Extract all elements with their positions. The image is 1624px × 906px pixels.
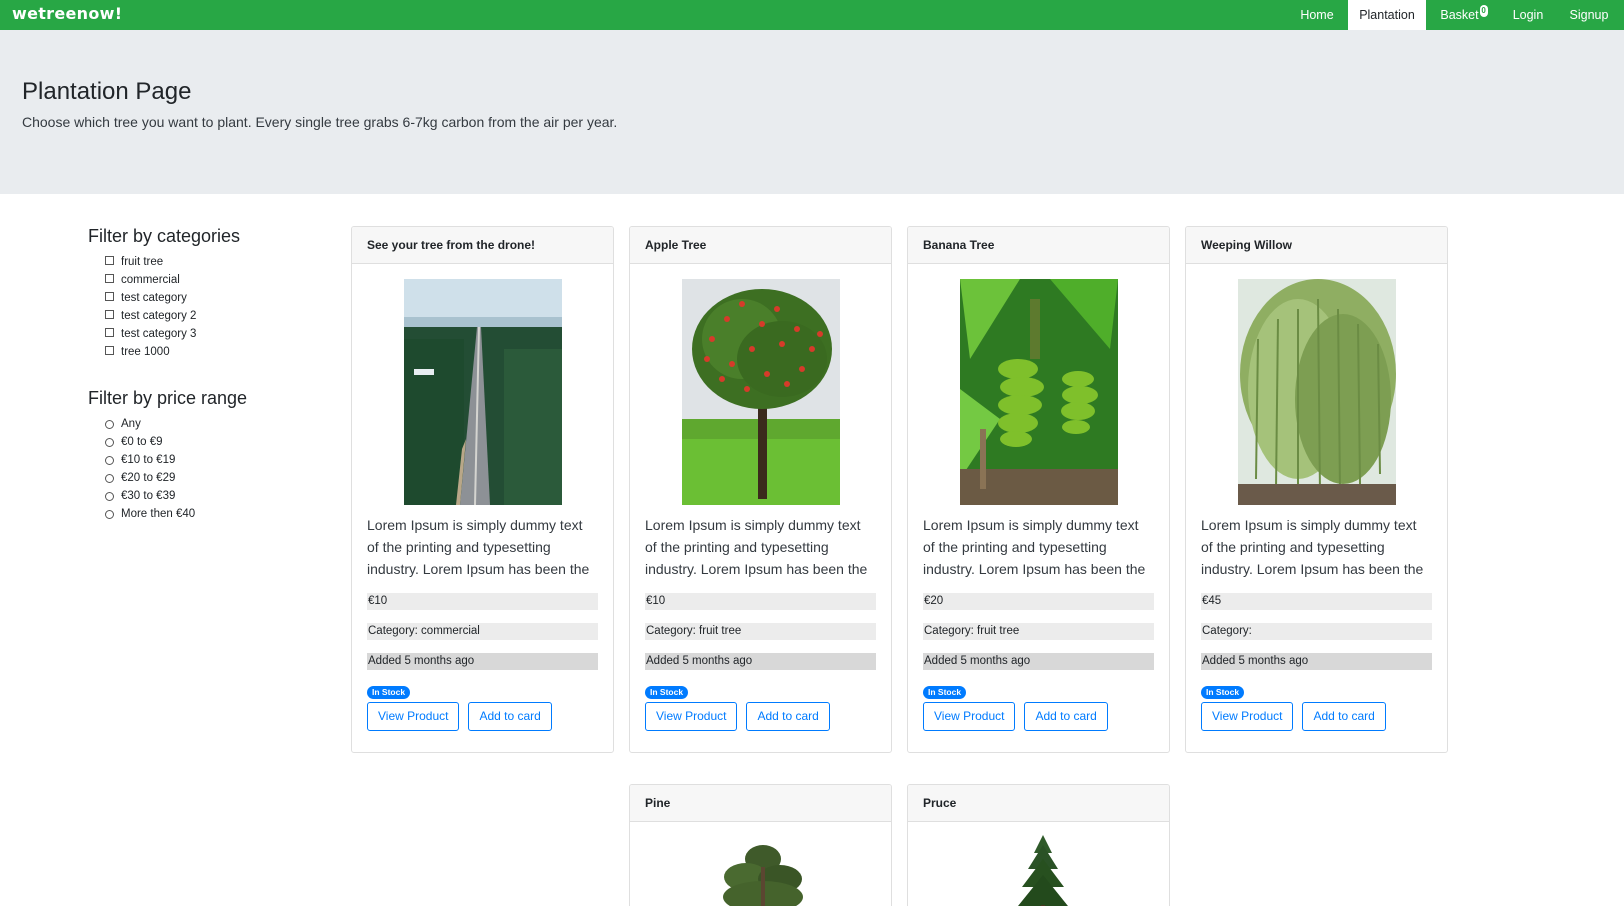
price-filter-title: Filter by price range [88,388,248,408]
add-to-card-button[interactable]: Add to card [746,702,830,731]
product-price: €10 [367,593,598,610]
pine-tree-image[interactable] [708,837,818,906]
page-lead: Choose which tree you want to plant. Eve… [22,114,618,130]
product-card: Banana Tree Lorem Ipsum is simply dummy … [907,226,1170,753]
checkbox[interactable] [105,274,114,283]
product-card: Apple Tree Lorem Ipsum is simply dummy t… [629,226,892,753]
product-card: Pruce [907,784,1170,906]
categories-filter-title: Filter by categories [88,226,241,246]
product-category: Category: fruit tree [923,623,1154,640]
product-category: Category: commercial [367,623,598,640]
checkbox[interactable] [105,328,114,337]
price-filter-list: Any €0 to €9 €10 to €19 €20 to €29 €30 t… [105,415,195,523]
nav-login[interactable]: Login [1502,0,1554,30]
product-price: €20 [923,593,1154,610]
product-card: Pine [629,784,892,906]
radio[interactable] [105,509,114,519]
stock-badge: In Stock [1201,686,1245,699]
category-option[interactable]: test category [105,289,196,307]
category-option[interactable]: tree 1000 [105,343,196,361]
category-option[interactable]: commercial [105,271,196,289]
product-card: See your tree from the drone! Lorem Ipsu… [351,226,614,753]
product-actions: View Product Add to card [367,702,613,731]
categories-filter-list: fruit tree commercial test category test… [105,253,196,361]
price-option[interactable]: €20 to €29 [105,469,195,487]
nav-plantation[interactable]: Plantation [1348,0,1426,30]
radio[interactable] [105,455,114,465]
checkbox[interactable] [105,310,114,319]
price-option[interactable]: €30 to €39 [105,487,195,505]
add-to-card-button[interactable]: Add to card [1024,702,1108,731]
banana-tree-image[interactable] [959,279,1118,505]
apple-tree-image[interactable] [681,279,840,505]
basket-count-badge: 0 [1479,5,1488,17]
price-option[interactable]: Any [105,415,195,433]
product-category: Category: fruit tree [645,623,876,640]
product-added: Added 5 months ago [645,653,876,670]
product-description: Lorem Ipsum is simply dummy text of the … [923,517,1146,577]
product-added: Added 5 months ago [923,653,1154,670]
product-title: Pruce [908,785,1169,822]
spruce-tree-image[interactable] [1008,835,1078,906]
view-product-button[interactable]: View Product [367,702,460,731]
radio[interactable] [105,491,114,501]
nav-signup[interactable]: Signup [1560,0,1618,30]
product-added: Added 5 months ago [367,653,598,670]
page-header: Plantation Page Choose which tree you wa… [0,30,1624,194]
add-to-card-button[interactable]: Add to card [1302,702,1386,731]
product-title: Pine [630,785,891,822]
price-option[interactable]: €10 to €19 [105,451,195,469]
category-option[interactable]: test category 3 [105,325,196,343]
stock-badge: In Stock [645,686,689,699]
product-title: Apple Tree [630,227,891,264]
product-title: See your tree from the drone! [352,227,613,264]
category-option[interactable]: fruit tree [105,253,196,271]
product-actions: View Product Add to card [1201,702,1447,731]
product-price: €45 [1201,593,1432,610]
product-description: Lorem Ipsum is simply dummy text of the … [645,517,868,577]
radio[interactable] [105,437,114,447]
view-product-button[interactable]: View Product [645,702,738,731]
add-to-card-button[interactable]: Add to card [468,702,552,731]
product-title: Banana Tree [908,227,1169,264]
product-price: €10 [645,593,876,610]
weeping-willow-image[interactable] [1237,279,1396,505]
page-title: Plantation Page [22,78,192,105]
product-description: Lorem Ipsum is simply dummy text of the … [367,517,590,577]
drone-forest-image[interactable] [403,279,562,505]
stock-badge: In Stock [367,686,411,699]
radio[interactable] [105,473,114,483]
navbar: wetreenow! Home Plantation Basket 0 Login… [0,0,1624,30]
checkbox[interactable] [105,346,114,355]
product-title: Weeping Willow [1186,227,1447,264]
view-product-button[interactable]: View Product [923,702,1016,731]
nav-home[interactable]: Home [1289,0,1345,30]
checkbox[interactable] [105,292,114,301]
product-added: Added 5 months ago [1201,653,1432,670]
checkbox[interactable] [105,256,114,265]
product-description: Lorem Ipsum is simply dummy text of the … [1201,517,1424,577]
nav-basket[interactable]: Basket 0 [1432,0,1496,30]
price-option[interactable]: €0 to €9 [105,433,195,451]
product-category: Category: [1201,623,1432,640]
radio[interactable] [105,419,114,429]
brand-logo[interactable]: wetreenow! [12,4,122,23]
price-option[interactable]: More then €40 [105,505,195,523]
product-actions: View Product Add to card [923,702,1169,731]
product-actions: View Product Add to card [645,702,891,731]
category-option[interactable]: test category 2 [105,307,196,325]
product-card: Weeping Willow Lorem Ipsum is simply dum… [1185,226,1448,753]
stock-badge: In Stock [923,686,967,699]
view-product-button[interactable]: View Product [1201,702,1294,731]
